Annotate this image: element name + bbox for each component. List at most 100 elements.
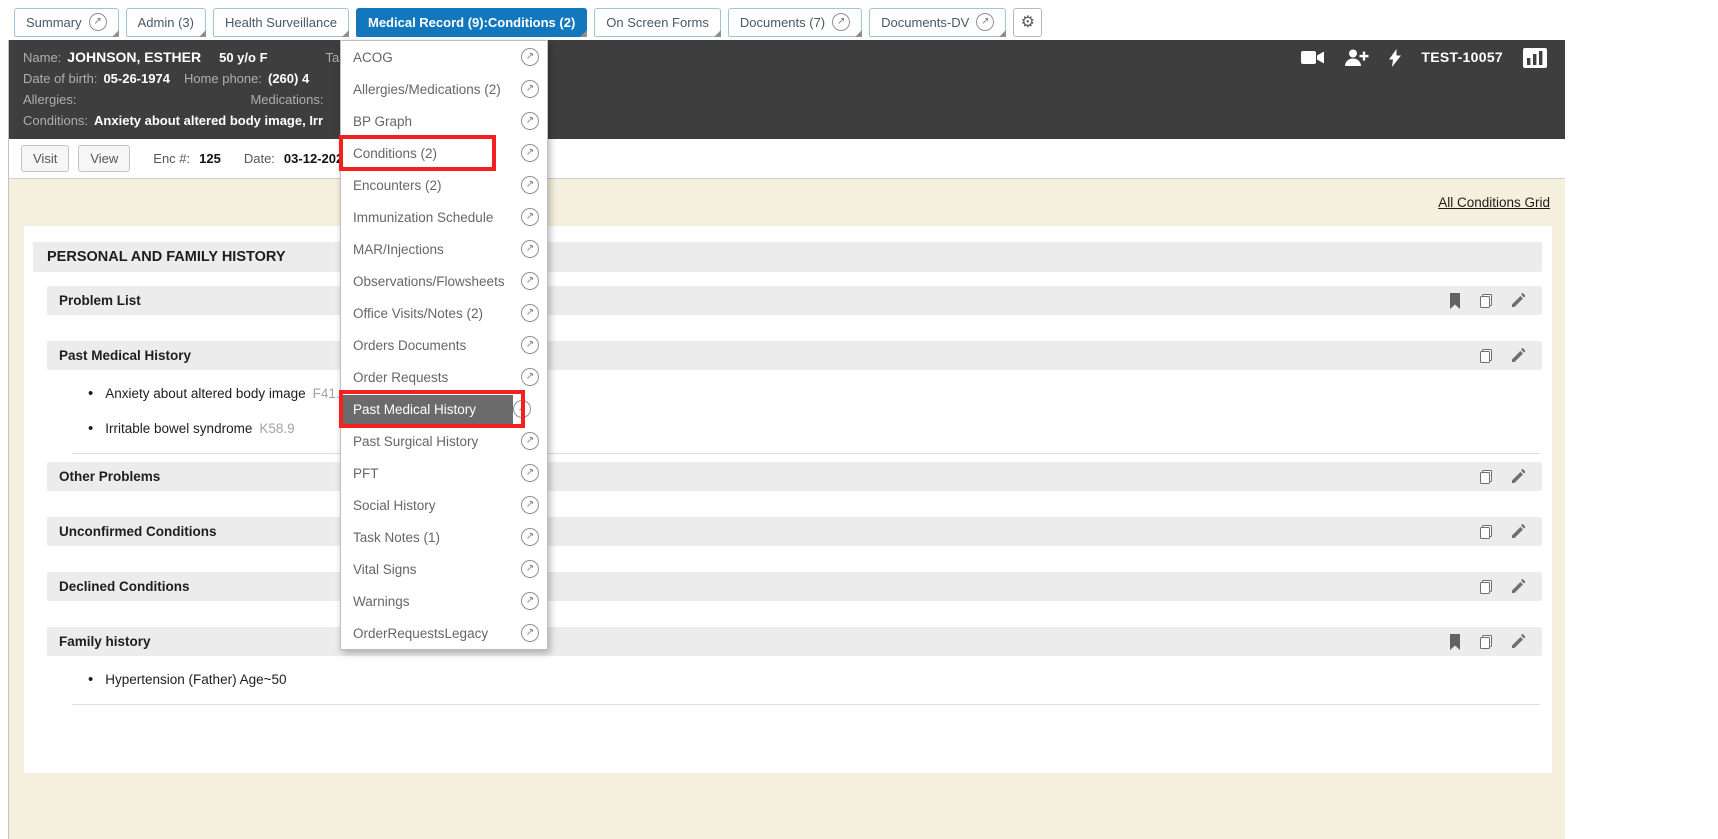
menu-item-allergies-medications[interactable]: Allergies/Medications (2) ↗ — [341, 73, 547, 105]
patient-name-row: Name: JOHNSON, ESTHER 50 y/o F Tasks TES… — [23, 47, 1551, 68]
menu-item-orders-documents[interactable]: Orders Documents ↗ — [341, 329, 547, 361]
open-in-new-icon[interactable]: ↗ — [521, 496, 539, 514]
menu-item-encounters[interactable]: Encounters (2) ↗ — [341, 169, 547, 201]
open-in-new-icon[interactable]: ↗ — [521, 464, 539, 482]
menu-item-past-medical-history[interactable]: Past Medical History ↗ — [341, 393, 547, 425]
add-user-icon[interactable] — [1345, 49, 1369, 66]
edit-icon[interactable] — [1510, 524, 1526, 540]
tab-admin[interactable]: Admin (3) — [126, 8, 206, 37]
open-in-new-icon[interactable]: ↗ — [521, 208, 539, 226]
menu-item-label: Allergies/Medications (2) — [353, 82, 521, 97]
condition-text: Anxiety about altered body image — [105, 386, 305, 401]
menu-item-label: Conditions (2) — [353, 146, 521, 161]
bar-chart-icon[interactable] — [1523, 48, 1547, 68]
menu-item-label: BP Graph — [353, 114, 521, 129]
menu-item-mar-injections[interactable]: MAR/Injections ↗ — [341, 233, 547, 265]
menu-item-label: MAR/Injections — [353, 242, 521, 257]
menu-item-label: Encounters (2) — [353, 178, 521, 193]
menu-item-label: Vital Signs — [353, 562, 521, 577]
edit-icon[interactable] — [1510, 579, 1526, 595]
open-in-new-icon[interactable]: ↗ — [521, 336, 539, 354]
tab-label: Health Surveillance — [225, 15, 337, 30]
conditions-value: Anxiety about altered body image, Irr — [94, 110, 323, 131]
section-actions — [1478, 348, 1530, 364]
open-in-new-icon[interactable]: ↗ — [521, 144, 539, 162]
menu-item-social-history[interactable]: Social History ↗ — [341, 489, 547, 521]
app-container: Name: JOHNSON, ESTHER 50 y/o F Tasks TES… — [8, 40, 1565, 839]
visit-button[interactable]: Visit — [21, 145, 69, 172]
section-actions — [1478, 524, 1530, 540]
open-in-new-icon[interactable]: ↗ — [513, 400, 531, 418]
enc-label: Enc #: — [153, 151, 190, 166]
home-phone-label: Home phone: — [184, 68, 262, 89]
open-in-new-icon[interactable]: ↗ — [521, 560, 539, 578]
tab-on-screen-forms[interactable]: On Screen Forms — [594, 8, 721, 37]
menu-item-task-notes[interactable]: Task Notes (1) ↗ — [341, 521, 547, 553]
open-in-new-icon[interactable]: ↗ — [521, 528, 539, 546]
edit-icon[interactable] — [1510, 348, 1526, 364]
open-in-new-icon[interactable]: ↗ — [521, 592, 539, 610]
menu-item-immunization-schedule[interactable]: Immunization Schedule ↗ — [341, 201, 547, 233]
copy-icon[interactable] — [1478, 293, 1494, 309]
open-in-new-icon[interactable]: ↗ — [521, 624, 539, 642]
settings-gear-button[interactable]: ⚙ — [1013, 8, 1042, 37]
list-item: Hypertension (Father) Age~50 — [88, 662, 1542, 697]
bookmark-icon[interactable] — [1448, 293, 1462, 309]
open-in-new-icon[interactable]: ↗ — [832, 13, 850, 31]
menu-item-vital-signs[interactable]: Vital Signs ↗ — [341, 553, 547, 585]
copy-icon[interactable] — [1478, 579, 1494, 595]
copy-icon[interactable] — [1478, 469, 1494, 485]
menu-item-pft[interactable]: PFT ↗ — [341, 457, 547, 489]
open-in-new-icon[interactable]: ↗ — [976, 13, 994, 31]
open-in-new-icon[interactable]: ↗ — [521, 240, 539, 258]
section-actions — [1478, 579, 1530, 595]
tab-documents-dv[interactable]: Documents-DV ↗ — [869, 8, 1006, 37]
copy-icon[interactable] — [1478, 524, 1494, 540]
menu-item-office-visits-notes[interactable]: Office Visits/Notes (2) ↗ — [341, 297, 547, 329]
menu-item-order-requests[interactable]: Order Requests ↗ — [341, 361, 547, 393]
section-title: Declined Conditions — [59, 579, 190, 594]
section-actions — [1478, 469, 1530, 485]
menu-item-conditions[interactable]: Conditions (2) ↗ — [341, 137, 547, 169]
edit-icon[interactable] — [1510, 293, 1526, 309]
section-declined-conditions: Declined Conditions — [47, 572, 1542, 601]
open-in-new-icon[interactable]: ↗ — [521, 432, 539, 450]
menu-item-acog[interactable]: ACOG ↗ — [341, 41, 547, 73]
patient-conditions-row: Conditions: Anxiety about altered body i… — [23, 110, 1551, 131]
menu-item-warnings[interactable]: Warnings ↗ — [341, 585, 547, 617]
edit-icon[interactable] — [1510, 469, 1526, 485]
open-in-new-icon[interactable]: ↗ — [521, 48, 539, 66]
tab-summary[interactable]: Summary ↗ — [14, 8, 119, 37]
date-label: Date: — [244, 151, 275, 166]
menu-item-label: Warnings — [353, 594, 521, 609]
open-in-new-icon[interactable]: ↗ — [521, 112, 539, 130]
open-in-new-icon[interactable]: ↗ — [521, 80, 539, 98]
open-in-new-icon[interactable]: ↗ — [521, 304, 539, 322]
menu-item-orderrequestslegacy[interactable]: OrderRequestsLegacy ↗ — [341, 617, 547, 649]
open-in-new-icon[interactable]: ↗ — [89, 13, 107, 31]
header-icon-group: TEST-10057 — [1301, 47, 1551, 68]
tab-documents[interactable]: Documents (7) ↗ — [728, 8, 862, 37]
section-other-problems: Other Problems — [47, 462, 1542, 491]
all-conditions-grid-link[interactable]: All Conditions Grid — [1438, 195, 1550, 210]
menu-item-label: PFT — [353, 466, 521, 481]
menu-item-observations-flowsheets[interactable]: Observations/Flowsheets ↗ — [341, 265, 547, 297]
condition-code: K58.9 — [259, 421, 294, 436]
menu-item-bp-graph[interactable]: BP Graph ↗ — [341, 105, 547, 137]
tab-health-surveillance[interactable]: Health Surveillance — [213, 8, 349, 37]
tab-label: On Screen Forms — [606, 15, 709, 30]
copy-icon[interactable] — [1478, 634, 1494, 650]
edit-icon[interactable] — [1510, 634, 1526, 650]
tab-medical-record[interactable]: Medical Record (9):Conditions (2) — [356, 8, 587, 37]
menu-item-past-surgical-history[interactable]: Past Surgical History ↗ — [341, 425, 547, 457]
menu-item-label: Observations/Flowsheets — [353, 274, 521, 289]
bookmark-icon[interactable] — [1448, 634, 1462, 650]
video-camera-icon[interactable] — [1301, 50, 1325, 65]
view-button[interactable]: View — [78, 145, 130, 172]
open-in-new-icon[interactable]: ↗ — [521, 272, 539, 290]
section-title: Past Medical History — [59, 348, 191, 363]
copy-icon[interactable] — [1478, 348, 1494, 364]
open-in-new-icon[interactable]: ↗ — [521, 176, 539, 194]
condition-text: Irritable bowel syndrome — [105, 421, 252, 436]
open-in-new-icon[interactable]: ↗ — [521, 368, 539, 386]
